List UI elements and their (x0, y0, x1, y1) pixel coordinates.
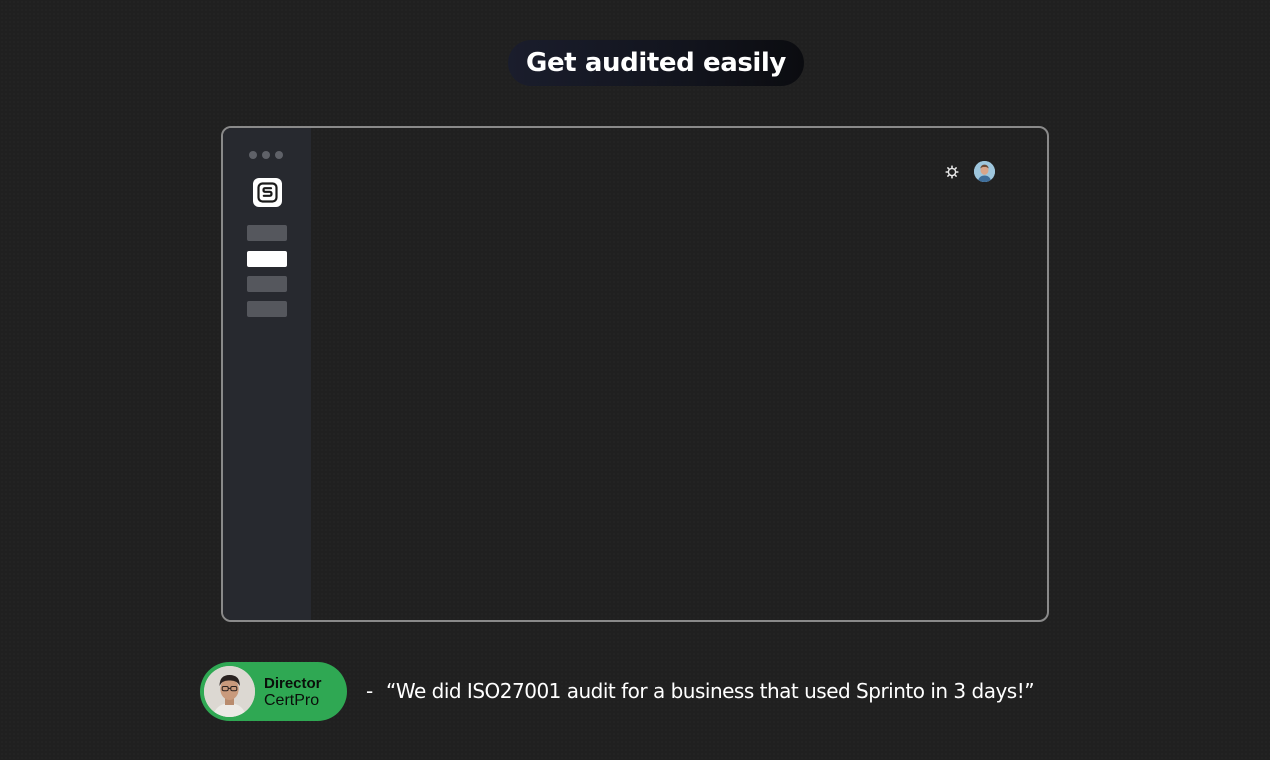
gear-icon[interactable] (945, 165, 959, 179)
headline-text: Get audited easily (526, 48, 786, 78)
sidebar-item[interactable] (247, 301, 287, 317)
app-window-mockup (221, 126, 1049, 622)
window-control-dot (249, 151, 257, 159)
sprinto-logo-icon[interactable] (253, 178, 282, 207)
sidebar (223, 128, 311, 620)
window-control-dot (262, 151, 270, 159)
testimonial-author-badge: Director CertPro (200, 662, 347, 721)
sidebar-item[interactable] (247, 276, 287, 292)
headline-pill: Get audited easily (508, 40, 804, 86)
quote-dash: - (366, 679, 374, 703)
user-avatar-icon[interactable] (974, 161, 995, 182)
author-role: Director (264, 675, 322, 692)
testimonial-quote: “We did ISO27001 audit for a business th… (386, 679, 1035, 703)
sidebar-item[interactable] (247, 225, 287, 241)
person-photo-icon (204, 666, 255, 717)
window-controls (249, 151, 283, 159)
author-company: CertPro (264, 692, 320, 709)
sidebar-item-active[interactable] (247, 251, 287, 267)
window-control-dot (275, 151, 283, 159)
